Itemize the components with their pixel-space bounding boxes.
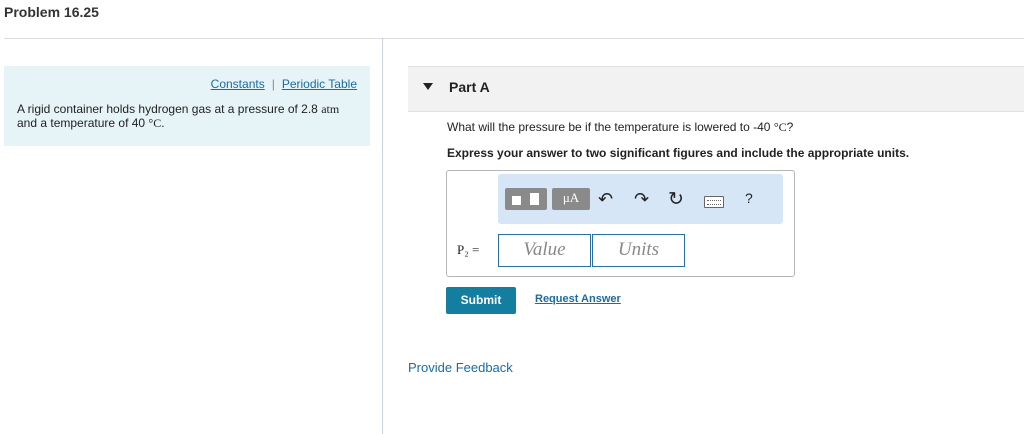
template-box-small xyxy=(512,196,521,205)
answer-box: μA ↶ ↷ ↻ ? P₂ = Value Units xyxy=(446,170,795,277)
problem-text-end: . xyxy=(161,116,165,130)
submit-button[interactable]: Submit xyxy=(446,287,516,314)
request-answer-link[interactable]: Request Answer xyxy=(535,293,621,305)
question-main: What will the pressure be if the tempera… xyxy=(447,120,774,134)
answer-instructions: Express your answer to two significant f… xyxy=(447,146,910,160)
templates-icon[interactable] xyxy=(505,188,547,210)
value-input[interactable]: Value xyxy=(498,234,591,267)
units-icon[interactable]: μA xyxy=(552,188,590,210)
template-box-tall xyxy=(530,193,539,205)
link-separator: | xyxy=(271,77,275,91)
problem-statement: A rigid container holds hydrogen gas at … xyxy=(17,102,347,130)
equals-sign: = xyxy=(472,242,480,257)
question-end: ? xyxy=(786,120,794,134)
keyboard-keys xyxy=(707,200,721,205)
variable-label: P₂ = xyxy=(457,242,479,258)
provide-feedback-link[interactable]: Provide Feedback xyxy=(408,360,513,375)
variable-name: P₂ xyxy=(457,242,469,257)
resource-links: Constants | Periodic Table xyxy=(211,77,357,91)
problem-text-main: A rigid container holds hydrogen gas at … xyxy=(17,102,322,116)
question-text: What will the pressure be if the tempera… xyxy=(447,120,793,135)
problem-panel: Constants | Periodic Table A rigid contain… xyxy=(4,66,370,146)
problem-text-mid: and a temperature of 40 xyxy=(17,116,149,130)
problem-unit-celsius: °C xyxy=(148,116,162,130)
problem-title: Problem 16.25 xyxy=(4,4,99,20)
units-input[interactable]: Units xyxy=(592,234,685,267)
constants-link[interactable]: Constants xyxy=(211,77,265,91)
part-header[interactable]: Part A xyxy=(408,66,1024,112)
problem-unit-atm: atm xyxy=(321,102,340,116)
undo-icon[interactable]: ↶ xyxy=(598,189,613,210)
question-unit-celsius: °C xyxy=(773,120,787,134)
math-toolbar: μA ↶ ↷ ↻ ? xyxy=(498,174,783,224)
part-label: Part A xyxy=(449,79,490,95)
redo-icon[interactable]: ↷ xyxy=(634,189,649,210)
collapse-caret-icon[interactable] xyxy=(423,83,433,90)
reset-icon[interactable]: ↻ xyxy=(668,188,684,211)
periodic-table-link[interactable]: Periodic Table xyxy=(282,77,357,91)
top-divider xyxy=(4,38,1024,39)
column-divider xyxy=(382,38,383,434)
help-icon[interactable]: ? xyxy=(745,190,753,206)
keyboard-icon[interactable] xyxy=(704,196,724,208)
